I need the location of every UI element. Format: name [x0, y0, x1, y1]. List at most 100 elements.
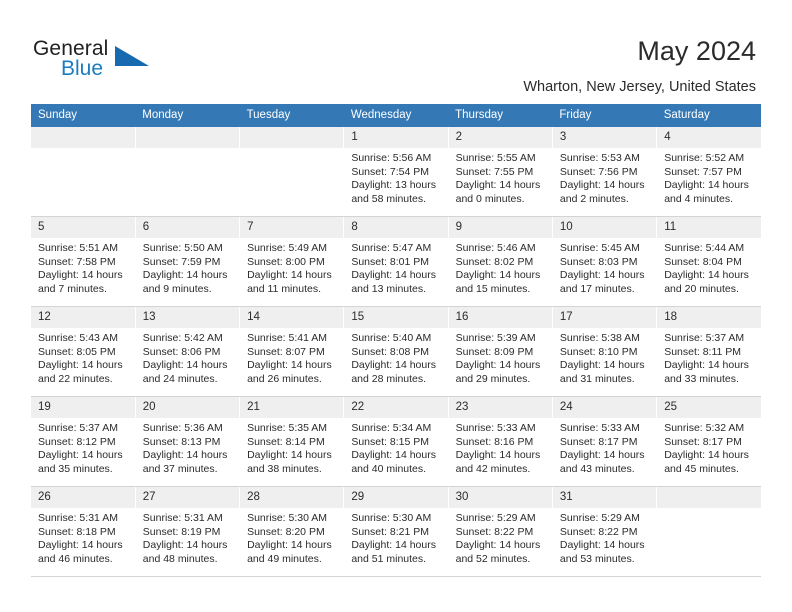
sunrise-time: Sunrise: 5:49 AM [247, 242, 328, 254]
calendar-day-cell[interactable]: 15 Sunrise: 5:40 AM Sunset: 8:08 PM Dayligh… [343, 306, 449, 397]
daylight-duration-line2: and 9 minutes. [142, 282, 212, 295]
sunset-time: Sunset: 8:16 PM [455, 435, 534, 448]
day-details: Sunrise: 5:46 AM Sunset: 8:02 PM Daylight:… [449, 238, 552, 296]
day-number: 12 [31, 307, 135, 328]
sunrise-time: Sunrise: 5:44 AM [664, 242, 745, 254]
calendar-day-cell[interactable]: 1 Sunrise: 5:56 AM Sunset: 7:54 PM Daylight… [343, 127, 449, 217]
daylight-duration-line1: Daylight: 14 hours [351, 539, 436, 552]
daylight-duration-line1: Daylight: 14 hours [247, 449, 332, 462]
sunrise-time: Sunrise: 5:35 AM [247, 422, 328, 434]
day-number: 15 [344, 307, 448, 328]
weekday-header-thursday: Thursday [448, 104, 553, 127]
calendar-day-cell[interactable]: 16 Sunrise: 5:39 AM Sunset: 8:09 PM Dayligh… [448, 306, 553, 397]
day-number: 23 [448, 397, 552, 418]
calendar-day-cell[interactable]: 19 Sunrise: 5:37 AM Sunset: 8:12 PM Dayligh… [31, 396, 136, 487]
sunrise-time: Sunrise: 5:47 AM [351, 242, 432, 254]
daylight-duration-line2: and 58 minutes. [351, 192, 427, 205]
day-details: Sunrise: 5:35 AM Sunset: 8:14 PM Daylight:… [240, 418, 343, 476]
daylight-duration-line2: and 48 minutes. [142, 552, 218, 565]
calendar-day-cell[interactable]: 27 Sunrise: 5:31 AM Sunset: 8:19 PM Dayligh… [135, 486, 241, 577]
calendar-day-cell[interactable]: 31 Sunrise: 5:29 AM Sunset: 8:22 PM Dayligh… [552, 486, 658, 577]
calendar-day-cell[interactable]: 7 Sunrise: 5:49 AM Sunset: 8:00 PM Daylight… [239, 216, 345, 307]
sunset-time: Sunset: 8:00 PM [247, 255, 325, 268]
calendar-day-cell[interactable]: 20 Sunrise: 5:36 AM Sunset: 8:13 PM Dayligh… [135, 396, 241, 487]
general-blue-logo[interactable]: General Blue [33, 37, 163, 85]
day-number: 7 [240, 217, 344, 238]
sunset-time: Sunset: 8:15 PM [351, 435, 429, 448]
daylight-duration-line1: Daylight: 14 hours [664, 359, 749, 372]
sunrise-time: Sunrise: 5:45 AM [559, 242, 640, 254]
calendar-day-cell[interactable]: 17 Sunrise: 5:38 AM Sunset: 8:10 PM Dayligh… [552, 306, 658, 397]
daylight-duration-line1: Daylight: 13 hours [351, 179, 436, 192]
day-details: Sunrise: 5:31 AM Sunset: 8:18 PM Daylight:… [31, 508, 135, 566]
daylight-duration-line1: Daylight: 14 hours [247, 539, 332, 552]
calendar-day-cell[interactable]: 3 Sunrise: 5:53 AM Sunset: 7:56 PM Daylight… [552, 127, 658, 217]
day-details: Sunrise: 5:47 AM Sunset: 8:01 PM Daylight:… [344, 238, 447, 296]
day-details: Sunrise: 5:39 AM Sunset: 8:09 PM Daylight:… [449, 328, 552, 386]
calendar-day-cell[interactable]: 28 Sunrise: 5:30 AM Sunset: 8:20 PM Dayligh… [239, 486, 345, 577]
sunset-time: Sunset: 8:01 PM [351, 255, 429, 268]
sunset-time: Sunset: 8:22 PM [559, 525, 638, 538]
sunset-time: Sunset: 8:11 PM [664, 345, 742, 358]
sunrise-time: Sunrise: 5:29 AM [559, 512, 640, 524]
calendar-day-cell[interactable]: 22 Sunrise: 5:34 AM Sunset: 8:15 PM Dayligh… [343, 396, 449, 487]
sunrise-time: Sunrise: 5:41 AM [247, 332, 328, 344]
daylight-duration-line1: Daylight: 14 hours [664, 449, 749, 462]
calendar-header-row: Sunday Monday Tuesday Wednesday Thursday… [31, 104, 761, 127]
calendar-day-cell[interactable]: 6 Sunrise: 5:50 AM Sunset: 7:59 PM Daylight… [135, 216, 241, 307]
calendar-day-cell[interactable]: 24 Sunrise: 5:33 AM Sunset: 8:17 PM Dayligh… [552, 396, 658, 487]
day-details: Sunrise: 5:49 AM Sunset: 8:00 PM Daylight:… [240, 238, 343, 296]
day-number: 20 [135, 397, 240, 418]
day-number: 4 [657, 127, 761, 148]
day-number: 19 [31, 397, 135, 418]
calendar-day-cell[interactable]: 5 Sunrise: 5:51 AM Sunset: 7:58 PM Daylight… [31, 216, 136, 307]
daylight-duration-line2: and 31 minutes. [559, 372, 635, 385]
calendar-day-cell[interactable]: 12 Sunrise: 5:43 AM Sunset: 8:05 PM Dayligh… [31, 306, 136, 397]
calendar-body: 1 Sunrise: 5:56 AM Sunset: 7:54 PM Daylight… [31, 127, 761, 577]
sunrise-time: Sunrise: 5:46 AM [455, 242, 536, 254]
day-number: 21 [240, 397, 344, 418]
daylight-duration-line1: Daylight: 14 hours [351, 449, 436, 462]
calendar-day-cell[interactable]: 29 Sunrise: 5:30 AM Sunset: 8:21 PM Dayligh… [343, 486, 449, 577]
calendar-day-cell[interactable]: 13 Sunrise: 5:42 AM Sunset: 8:06 PM Dayligh… [135, 306, 241, 397]
calendar-day-cell[interactable]: 25 Sunrise: 5:32 AM Sunset: 8:17 PM Dayligh… [656, 396, 761, 487]
day-details: Sunrise: 5:37 AM Sunset: 8:11 PM Daylight:… [657, 328, 761, 386]
calendar-day-cell[interactable]: 18 Sunrise: 5:37 AM Sunset: 8:11 PM Dayligh… [656, 306, 761, 397]
weekday-header-tuesday: Tuesday [239, 104, 344, 127]
calendar-day-cell[interactable]: 11 Sunrise: 5:44 AM Sunset: 8:04 PM Dayligh… [656, 216, 761, 307]
sunrise-time: Sunrise: 5:50 AM [142, 242, 223, 254]
daylight-duration-line2: and 37 minutes. [142, 462, 218, 475]
calendar-day-cell[interactable]: 9 Sunrise: 5:46 AM Sunset: 8:02 PM Daylight… [448, 216, 553, 307]
sunrise-time: Sunrise: 5:40 AM [351, 332, 432, 344]
calendar-week-row: 5 Sunrise: 5:51 AM Sunset: 7:58 PM Daylight… [31, 216, 761, 307]
sunrise-time: Sunrise: 5:53 AM [559, 152, 640, 164]
sunset-time: Sunset: 7:56 PM [559, 165, 638, 178]
daylight-duration-line2: and 28 minutes. [351, 372, 427, 385]
calendar-day-cell[interactable]: 2 Sunrise: 5:55 AM Sunset: 7:55 PM Daylight… [448, 127, 553, 217]
sunset-time: Sunset: 8:17 PM [559, 435, 638, 448]
sunrise-time: Sunrise: 5:29 AM [455, 512, 536, 524]
calendar-day-cell[interactable]: 8 Sunrise: 5:47 AM Sunset: 8:01 PM Daylight… [343, 216, 449, 307]
sunrise-time: Sunrise: 5:39 AM [455, 332, 536, 344]
calendar-day-cell[interactable]: 21 Sunrise: 5:35 AM Sunset: 8:14 PM Dayligh… [239, 396, 345, 487]
sunrise-time: Sunrise: 5:36 AM [142, 422, 223, 434]
day-details: Sunrise: 5:42 AM Sunset: 8:06 PM Daylight:… [136, 328, 239, 386]
calendar-day-cell[interactable]: 26 Sunrise: 5:31 AM Sunset: 8:18 PM Dayligh… [31, 486, 136, 577]
sunset-time: Sunset: 7:57 PM [664, 165, 742, 178]
daylight-duration-line2: and 7 minutes. [38, 282, 107, 295]
calendar-day-cell[interactable]: 4 Sunrise: 5:52 AM Sunset: 7:57 PM Daylight… [656, 127, 761, 217]
day-number: 30 [448, 487, 552, 508]
daylight-duration-line1: Daylight: 14 hours [38, 449, 123, 462]
calendar-day-cell[interactable]: 10 Sunrise: 5:45 AM Sunset: 8:03 PM Dayligh… [552, 216, 658, 307]
calendar-day-cell[interactable]: 23 Sunrise: 5:33 AM Sunset: 8:16 PM Dayligh… [448, 396, 553, 487]
calendar-day-cell[interactable]: 14 Sunrise: 5:41 AM Sunset: 8:07 PM Dayligh… [239, 306, 345, 397]
daylight-duration-line2: and 38 minutes. [247, 462, 322, 475]
calendar-day-cell[interactable]: 30 Sunrise: 5:29 AM Sunset: 8:22 PM Dayligh… [448, 486, 553, 577]
daylight-duration-line2: and 40 minutes. [351, 462, 427, 475]
daylight-duration-line1: Daylight: 14 hours [247, 359, 332, 372]
calendar-day-cell-empty [239, 127, 345, 217]
sunset-time: Sunset: 8:21 PM [351, 525, 429, 538]
sunrise-time: Sunrise: 5:30 AM [351, 512, 432, 524]
sunrise-time: Sunrise: 5:37 AM [38, 422, 118, 434]
daylight-duration-line1: Daylight: 14 hours [455, 359, 541, 372]
